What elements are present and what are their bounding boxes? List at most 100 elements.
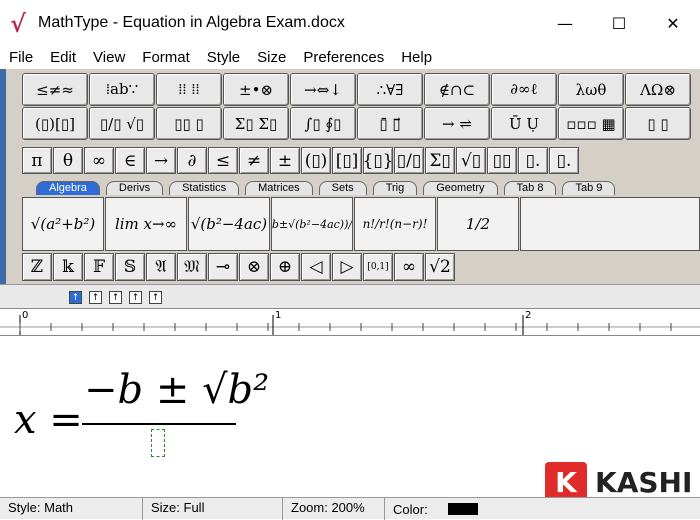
triangle-right-symbol[interactable]: ▷ <box>332 253 362 281</box>
neq-symbol[interactable]: ≠ <box>239 147 269 174</box>
greek-lower-palette-button[interactable]: λωθ <box>558 73 624 106</box>
blackboard-f-symbol[interactable]: 𝔽 <box>84 253 114 281</box>
multimap-symbol[interactable]: ⊸ <box>208 253 238 281</box>
fraktur-m-symbol[interactable]: 𝔐 <box>177 253 207 281</box>
tab-derivs[interactable]: Derivs <box>105 181 164 195</box>
menu-view[interactable]: View <box>84 49 133 66</box>
plusminus-symbol[interactable]: ± <box>270 147 300 174</box>
blackboard-k-symbol[interactable]: 𝕜 <box>53 253 83 281</box>
relation-tab-icon[interactable]: ↑ <box>129 291 142 304</box>
empty-template-slot[interactable] <box>520 197 700 251</box>
blackboard-s-symbol[interactable]: 𝕊 <box>115 253 145 281</box>
products-palette-button[interactable]: Ū̇ Ụ <box>491 107 557 140</box>
matrices-palette-button[interactable]: ▫▫▫ ▦ <box>558 107 624 140</box>
symbol-palette-row: ≤≠≈ ⁞ab∵ ⁞⁞ ⁞⁞ ±•⊗ →⇔↓ ∴∀∃ ∉∩⊂ ∂∞ℓ λωθ Λ… <box>22 73 692 106</box>
pi-symbol[interactable]: π <box>22 147 52 174</box>
ruler: 0 1 2 <box>0 308 700 336</box>
right-tab-icon[interactable]: ↑ <box>109 291 122 304</box>
triangle-left-symbol[interactable]: ◁ <box>301 253 331 281</box>
labeled-arrows-palette-button[interactable]: → ⇌ <box>424 107 490 140</box>
tab-matrices[interactable]: Matrices <box>245 181 313 195</box>
integrals-palette-button[interactable]: ∫▯ ∮▯ <box>290 107 356 140</box>
status-bar: Style: Math Size: Full Zoom: 200% Color: <box>0 497 700 520</box>
tab-trig[interactable]: Trig <box>372 181 418 195</box>
sets-palette-button[interactable]: ∉∩⊂ <box>424 73 490 106</box>
bracket-template[interactable]: [▯] <box>332 147 362 174</box>
relations-palette-button[interactable]: ≤≠≈ <box>22 73 88 106</box>
logic-palette-button[interactable]: ∴∀∃ <box>357 73 423 106</box>
ruler-mark-0: 0 <box>22 310 29 321</box>
color-swatch[interactable] <box>447 503 478 515</box>
operators-palette-button[interactable]: ±•⊗ <box>223 73 289 106</box>
menu-format[interactable]: Format <box>133 49 198 66</box>
menu-size[interactable]: Size <box>248 49 294 66</box>
menu-bar: File Edit View Format Style Size Prefere… <box>0 46 700 68</box>
tab-9[interactable]: Tab 9 <box>562 181 616 195</box>
ruler-ticks <box>0 315 700 335</box>
quadratic-formula-template[interactable]: (−b±√(b²−4ac))/2a <box>271 197 353 251</box>
minimize-button[interactable]: — <box>538 0 592 46</box>
boxes-palette-button[interactable]: ▯ ▯ <box>625 107 691 140</box>
close-button[interactable]: ✕ <box>646 0 700 46</box>
misc-palette-button[interactable]: ∂∞ℓ <box>491 73 557 106</box>
center-tab-icon[interactable]: ↑ <box>89 291 102 304</box>
window-title: MathType - Equation in Algebra Exam.docx <box>38 14 345 31</box>
infinity-symbol-2[interactable]: ∞ <box>394 253 424 281</box>
fractions-radicals-palette-button[interactable]: ▯/▯ √▯ <box>89 107 155 140</box>
sqrt2-symbol[interactable]: √2 <box>425 253 455 281</box>
spaces-palette-button[interactable]: ⁞ab∵ <box>89 73 155 106</box>
paren-template[interactable]: (▯) <box>301 147 331 174</box>
interval-symbol[interactable]: [0,1] <box>363 253 393 281</box>
maximize-button[interactable]: ☐ <box>592 0 646 46</box>
status-style: Style: Math <box>0 498 143 520</box>
bars-palette-button[interactable]: ▯̄ ▯⃗ <box>357 107 423 140</box>
equation-lhs: x = <box>14 397 83 443</box>
superscript-template[interactable]: ▯▯ <box>487 147 517 174</box>
arrows-palette-button[interactable]: →⇔↓ <box>290 73 356 106</box>
menu-style[interactable]: Style <box>198 49 248 66</box>
embellishments-palette-button[interactable]: ⁞⁞ ⁞⁞ <box>156 73 222 106</box>
menu-file[interactable]: File <box>0 49 41 66</box>
small-symbol-row: π θ ∞ ∈ → ∂ ≤ ≠ ± (▯) [▯] {▯} ▯/▯ Σ▯ √▯ … <box>22 147 580 174</box>
combination-template[interactable]: n!/r!(n−r)! <box>354 197 436 251</box>
decimal-tab-icon[interactable]: ↑ <box>149 291 162 304</box>
menu-edit[interactable]: Edit <box>41 49 84 66</box>
discriminant-template[interactable]: √(b²−4ac) <box>188 197 270 251</box>
menu-preferences[interactable]: Preferences <box>294 49 392 66</box>
infinity-symbol[interactable]: ∞ <box>84 147 114 174</box>
equation-numerator: −b ± √b² <box>84 367 270 413</box>
sqrt-template[interactable]: √▯ <box>456 147 486 174</box>
title-bar: √ MathType - Equation in Algebra Exam.do… <box>0 0 700 46</box>
tab-8[interactable]: Tab 8 <box>503 181 557 195</box>
oplus-symbol[interactable]: ⊕ <box>270 253 300 281</box>
fences-palette-button[interactable]: (▯)[▯] <box>22 107 88 140</box>
subsuper-template[interactable]: ▯. <box>549 147 579 174</box>
element-of-symbol[interactable]: ∈ <box>115 147 145 174</box>
fraktur-a-symbol[interactable]: 𝔄 <box>146 253 176 281</box>
leq-symbol[interactable]: ≤ <box>208 147 238 174</box>
menu-help[interactable]: Help <box>392 49 440 66</box>
half-template[interactable]: 1/2 <box>437 197 519 251</box>
sum-template[interactable]: Σ▯ <box>425 147 455 174</box>
fraction-template[interactable]: ▯/▯ <box>394 147 424 174</box>
tab-geometry[interactable]: Geometry <box>423 181 498 195</box>
otimes-symbol[interactable]: ⊗ <box>239 253 269 281</box>
subscript-template[interactable]: ▯. <box>518 147 548 174</box>
blackboard-z-symbol[interactable]: ℤ <box>22 253 52 281</box>
tab-algebra[interactable]: Algebra <box>36 181 100 195</box>
brace-template[interactable]: {▯} <box>363 147 393 174</box>
status-size: Size: Full <box>143 498 283 520</box>
tab-sets[interactable]: Sets <box>318 181 367 195</box>
limit-template[interactable]: lim x→∞ <box>105 197 187 251</box>
denominator-slot[interactable] <box>151 429 165 457</box>
hypotenuse-template[interactable]: √(a²+b²) <box>22 197 104 251</box>
sums-palette-button[interactable]: Σ▯ Σ▯ <box>223 107 289 140</box>
partial-symbol[interactable]: ∂ <box>177 147 207 174</box>
theta-symbol[interactable]: θ <box>53 147 83 174</box>
arrow-symbol[interactable]: → <box>146 147 176 174</box>
left-tab-icon[interactable]: ↑ <box>69 291 82 304</box>
status-zoom: Zoom: 200% <box>283 498 385 520</box>
greek-upper-palette-button[interactable]: ΛΩ⊗ <box>625 73 691 106</box>
scripts-palette-button[interactable]: ▯▯ ▯ <box>156 107 222 140</box>
tab-statistics[interactable]: Statistics <box>169 181 240 195</box>
